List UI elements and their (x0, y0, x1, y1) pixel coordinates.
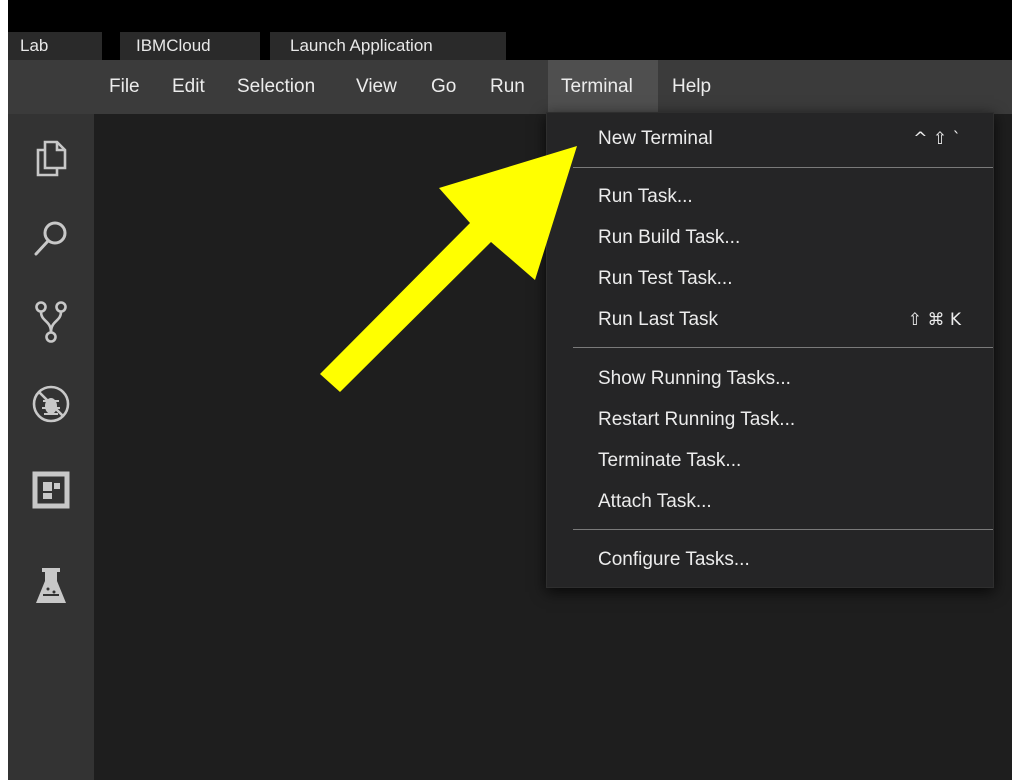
menu-item-run-build-task[interactable]: Run Build Task... (547, 218, 995, 258)
menu-item-run-test-task[interactable]: Run Test Task... (547, 259, 995, 299)
source-control-icon[interactable] (27, 298, 75, 346)
menu-separator (573, 529, 993, 530)
lab-flask-icon[interactable] (27, 562, 75, 610)
menu-item-label: New Terminal (598, 128, 713, 149)
menu-separator (573, 167, 993, 168)
search-icon[interactable] (27, 214, 75, 262)
debug-icon[interactable] (27, 380, 75, 428)
ide-window: Lab IBMCloud Launch Application File Edi… (8, 0, 1012, 780)
shortcut-label: ⇧ ⌘ K (907, 310, 961, 330)
explorer-icon[interactable] (27, 134, 75, 182)
menu-item-label: Show Running Tasks... (598, 368, 791, 389)
menu-go[interactable]: Go (423, 60, 464, 114)
menu-item-label: Attach Task... (598, 491, 712, 512)
menu-item-new-terminal[interactable]: New Terminal ^ ⇧ ` (547, 119, 995, 159)
menu-item-label: Run Build Task... (598, 227, 741, 248)
tab-ibmcloud[interactable]: IBMCloud (120, 32, 260, 60)
menu-item-label: Restart Running Task... (598, 409, 796, 430)
top-strip (8, 0, 1012, 24)
menu-help[interactable]: Help (664, 60, 719, 114)
shortcut-label: ^ ⇧ ` (913, 129, 961, 149)
menu-view[interactable]: View (348, 60, 405, 114)
browser-tab-bar: Lab IBMCloud Launch Application (8, 24, 1012, 60)
menu-item-label: Terminate Task... (598, 450, 742, 471)
menu-separator (573, 347, 993, 348)
menu-item-attach-task[interactable]: Attach Task... (547, 482, 995, 522)
tab-launch-application[interactable]: Launch Application (270, 32, 506, 60)
menu-selection[interactable]: Selection (229, 60, 323, 114)
menu-item-terminate-task[interactable]: Terminate Task... (547, 441, 995, 481)
activity-bar (8, 114, 94, 780)
menu-item-label: Run Test Task... (598, 268, 733, 289)
menu-item-show-running-tasks[interactable]: Show Running Tasks... (547, 359, 995, 399)
tab-lab[interactable]: Lab (8, 32, 102, 60)
menu-file[interactable]: File (101, 60, 148, 114)
menu-item-label: Run Task... (598, 186, 693, 207)
menu-item-run-task[interactable]: Run Task... (547, 177, 995, 217)
menu-terminal[interactable]: Terminal (548, 60, 658, 114)
extensions-icon[interactable] (27, 466, 75, 514)
terminal-menu-dropdown: New Terminal ^ ⇧ ` Run Task... Run Build… (546, 112, 994, 588)
menu-item-label: Configure Tasks... (598, 549, 750, 570)
menu-edit[interactable]: Edit (164, 60, 213, 114)
menu-item-restart-running-task[interactable]: Restart Running Task... (547, 400, 995, 440)
menu-item-configure-tasks[interactable]: Configure Tasks... (547, 540, 995, 580)
menu-item-label: Run Last Task (598, 309, 719, 330)
menu-bar: File Edit Selection View Go Run Terminal… (8, 60, 1012, 114)
menu-run[interactable]: Run (482, 60, 533, 114)
menu-item-run-last-task[interactable]: Run Last Task ⇧ ⌘ K (547, 300, 995, 340)
